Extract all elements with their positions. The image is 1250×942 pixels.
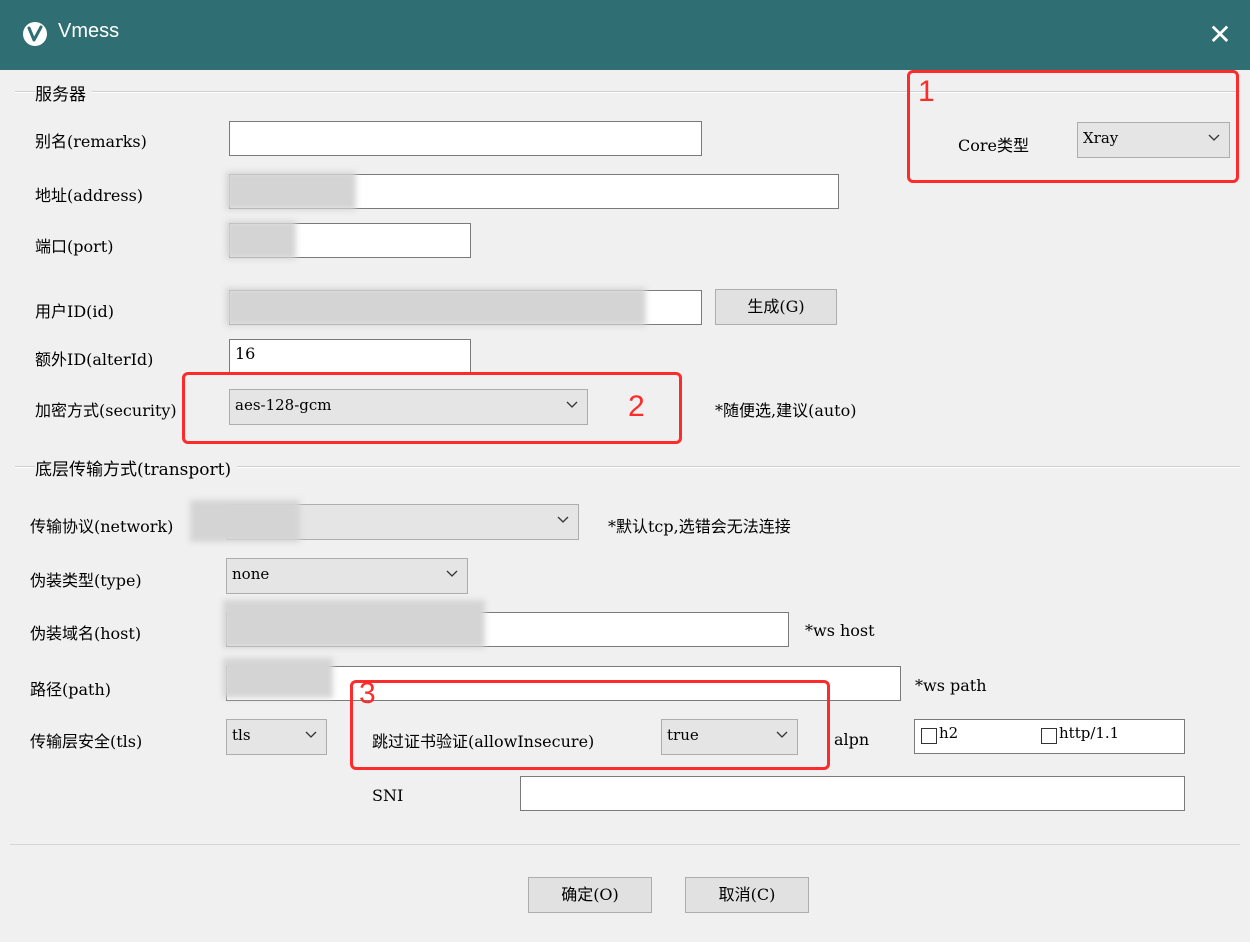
id-label: 用户ID(id) xyxy=(35,302,114,321)
network-hint: *默认tcp,选错会无法连接 xyxy=(608,517,791,536)
alpn-h2-checkbox[interactable] xyxy=(921,728,937,744)
address-redaction xyxy=(226,172,356,210)
annotation-box-1 xyxy=(907,70,1239,183)
alterid-label: 额外ID(alterId) xyxy=(35,350,154,369)
port-label: 端口(port) xyxy=(35,237,114,256)
server-group-title: 服务器 xyxy=(35,80,92,105)
type-value: none xyxy=(232,565,270,583)
annotation-box-3 xyxy=(350,680,830,770)
cancel-button[interactable]: 取消(C) xyxy=(685,877,809,913)
remarks-label: 别名(remarks) xyxy=(35,132,147,151)
annotation-number-1: 1 xyxy=(918,75,935,108)
path-label: 路径(path) xyxy=(30,680,112,699)
alpn-http11-label: http/1.1 xyxy=(1059,724,1120,742)
annotation-number-2: 2 xyxy=(628,390,645,423)
chevron-down-icon xyxy=(305,731,317,738)
type-select[interactable]: none xyxy=(226,558,468,594)
transport-group-title: 底层传输方式(transport) xyxy=(35,455,238,480)
host-redaction xyxy=(223,600,485,648)
sni-input[interactable] xyxy=(520,776,1185,811)
alpn-h2-label: h2 xyxy=(939,724,959,742)
window-title: Vmess xyxy=(58,20,120,42)
v2ray-logo-icon xyxy=(23,22,47,46)
sni-label: SNI xyxy=(372,786,404,805)
ok-button[interactable]: 确定(O) xyxy=(528,877,652,913)
footer-separator xyxy=(10,844,1240,845)
network-label: 传输协议(network) xyxy=(30,517,174,536)
path-hint: *ws path xyxy=(915,676,987,695)
tls-value: tls xyxy=(232,726,251,744)
annotation-box-2 xyxy=(182,372,682,444)
alpn-label: alpn xyxy=(834,730,870,749)
close-icon: ✕ xyxy=(1208,18,1232,51)
chevron-down-icon xyxy=(557,516,569,523)
generate-button[interactable]: 生成(G) xyxy=(715,289,837,325)
id-redaction xyxy=(226,288,646,326)
address-label: 地址(address) xyxy=(35,186,144,205)
remarks-input[interactable] xyxy=(229,121,702,156)
alterid-input[interactable]: 16 xyxy=(229,339,471,374)
network-redaction xyxy=(190,500,300,542)
security-label: 加密方式(security) xyxy=(35,401,177,420)
tls-select[interactable]: tls xyxy=(226,719,327,755)
annotation-number-3: 3 xyxy=(359,677,376,710)
host-label: 伪装域名(host) xyxy=(30,624,142,643)
close-button[interactable]: ✕ xyxy=(1190,0,1250,70)
path-redaction xyxy=(223,658,333,698)
chevron-down-icon xyxy=(446,570,458,577)
alpn-list: h2 http/1.1 xyxy=(914,719,1185,754)
security-hint: *随便选,建议(auto) xyxy=(715,401,857,420)
host-hint: *ws host xyxy=(805,621,875,640)
title-bar: Vmess ✕ xyxy=(0,0,1250,70)
port-redaction xyxy=(226,221,296,259)
type-label: 伪装类型(type) xyxy=(30,571,142,590)
vmess-dialog: Vmess ✕ 服务器 别名(remarks) 地址(address) 端口(p… xyxy=(0,0,1250,942)
tls-label: 传输层安全(tls) xyxy=(30,732,143,751)
alpn-http11-checkbox[interactable] xyxy=(1041,728,1057,744)
